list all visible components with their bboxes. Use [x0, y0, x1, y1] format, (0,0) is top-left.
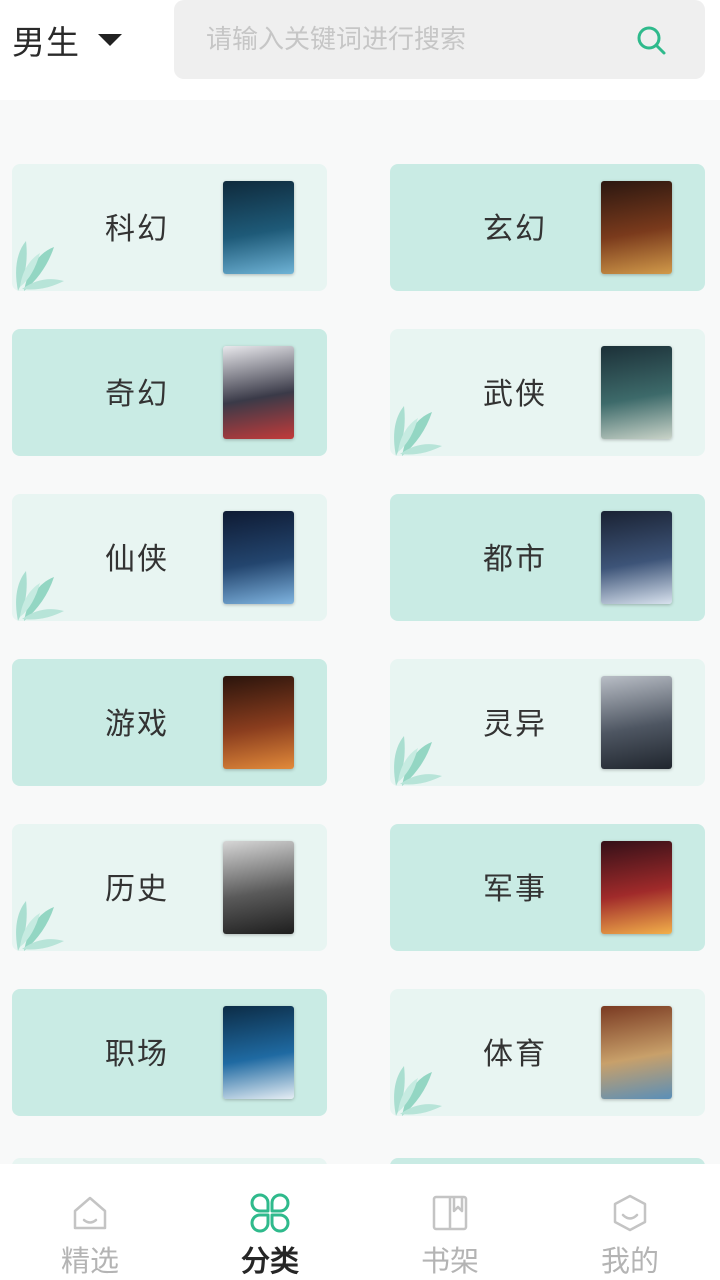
category-icon — [250, 1193, 290, 1233]
bottom-navigation: 精选 分类 书架 我的 — [0, 1164, 720, 1280]
category-label: 游戏 — [105, 707, 169, 742]
category-card[interactable]: 游戏 — [12, 659, 327, 786]
category-label: 武侠 — [483, 377, 547, 412]
category-card[interactable]: 灵异 — [390, 659, 705, 786]
book-cover-image — [223, 181, 294, 274]
nav-label: 我的 — [600, 1244, 659, 1278]
book-cover-image — [223, 346, 294, 439]
nav-item-bookshelf[interactable]: 书架 — [360, 1164, 540, 1280]
nav-item-category[interactable]: 分类 — [180, 1164, 360, 1280]
category-card[interactable]: 军事 — [390, 824, 705, 951]
nav-label: 书架 — [420, 1244, 479, 1278]
category-label: 都市 — [483, 542, 547, 577]
nav-item-profile[interactable]: 我的 — [540, 1164, 720, 1280]
category-card[interactable]: 职场 — [12, 989, 327, 1116]
gender-selector[interactable]: 男生 — [12, 18, 122, 62]
nav-label: 分类 — [240, 1244, 299, 1278]
category-card[interactable]: 都市 — [390, 494, 705, 621]
leaf-decoration-icon — [16, 571, 64, 621]
leaf-decoration-icon — [394, 736, 442, 786]
leaf-decoration-icon — [16, 901, 64, 951]
category-card[interactable]: 科幻 — [12, 164, 327, 291]
search-bar[interactable] — [174, 0, 705, 79]
category-grid: 科幻 玄幻 奇幻 武侠 仙侠 都市 游戏 灵异 历史 军事 职场 体育 — [12, 164, 705, 1116]
category-label: 灵异 — [483, 707, 547, 742]
category-label: 军事 — [483, 872, 547, 907]
profile-icon — [613, 1194, 647, 1232]
nav-item-featured[interactable]: 精选 — [0, 1164, 180, 1280]
category-label: 玄幻 — [483, 212, 547, 247]
gender-label: 男生 — [12, 23, 80, 62]
nav-label: 精选 — [60, 1244, 119, 1278]
book-cover-image — [223, 841, 294, 934]
book-cover-image — [601, 181, 672, 274]
book-cover-image — [223, 676, 294, 769]
caret-down-icon — [98, 34, 122, 46]
leaf-decoration-icon — [394, 1066, 442, 1116]
category-card[interactable]: 奇幻 — [12, 329, 327, 456]
book-cover-image — [223, 1006, 294, 1099]
category-label: 职场 — [105, 1037, 169, 1072]
category-card[interactable]: 历史 — [12, 824, 327, 951]
search-input[interactable] — [206, 24, 616, 55]
book-cover-image — [601, 676, 672, 769]
bookshelf-icon — [432, 1195, 468, 1231]
leaf-decoration-icon — [394, 406, 442, 456]
category-label: 仙侠 — [105, 542, 169, 577]
category-card[interactable]: 体育 — [390, 989, 705, 1116]
category-card[interactable]: 玄幻 — [390, 164, 705, 291]
category-label: 体育 — [483, 1037, 547, 1072]
category-card[interactable]: 武侠 — [390, 329, 705, 456]
book-cover-image — [601, 841, 672, 934]
book-cover-image — [601, 346, 672, 439]
book-cover-image — [223, 511, 294, 604]
book-cover-image — [601, 1006, 672, 1099]
home-icon — [73, 1196, 107, 1230]
category-label: 历史 — [105, 872, 169, 907]
top-bar: 男生 — [0, 0, 720, 100]
category-label: 奇幻 — [105, 377, 169, 412]
category-label: 科幻 — [105, 212, 169, 247]
search-icon[interactable] — [635, 24, 667, 56]
category-card[interactable]: 仙侠 — [12, 494, 327, 621]
book-cover-image — [601, 511, 672, 604]
leaf-decoration-icon — [16, 241, 64, 291]
